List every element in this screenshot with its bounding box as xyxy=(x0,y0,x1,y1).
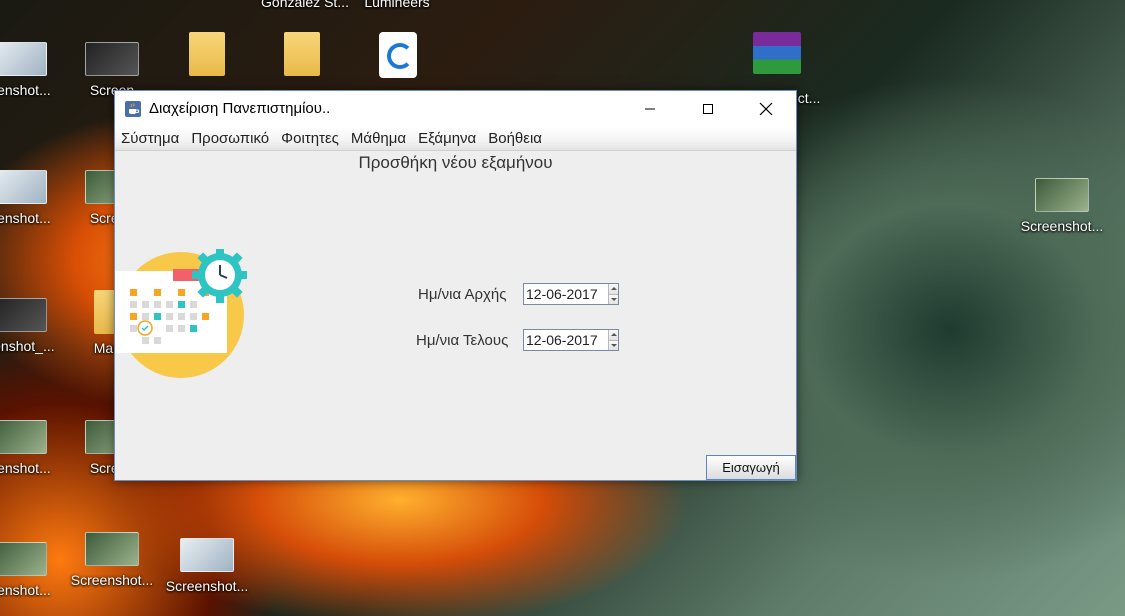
desktop-icon-screenshot[interactable]: eenshot... xyxy=(0,170,65,226)
menu-item-course[interactable]: Μάθημα xyxy=(351,130,406,147)
menu-item-system[interactable]: Σύστημα xyxy=(121,130,179,147)
desktop-icon-screenshot[interactable]: eenshot... xyxy=(0,42,65,98)
desktop-icon-label: eenshot_... xyxy=(0,338,55,354)
end-date-input[interactable] xyxy=(524,330,608,350)
screenshot-icon xyxy=(1035,178,1089,212)
start-date-input[interactable] xyxy=(524,284,608,304)
screenshot-icon xyxy=(180,538,234,572)
app-window: Διαχείριση Πανεπιστημίου.. Σύστημα Προσω… xyxy=(114,90,797,481)
title-bar[interactable]: Διαχείριση Πανεπιστημίου.. xyxy=(115,91,796,127)
spinner-buttons xyxy=(608,330,618,350)
screenshot-icon xyxy=(0,298,47,332)
calendar-illustration xyxy=(115,249,247,378)
screenshot-icon xyxy=(0,170,47,204)
desktop-icon-screenshot[interactable]: Screenshot... xyxy=(67,532,157,588)
desktop-icon-label: Screenshot... xyxy=(1020,218,1104,234)
desktop-icon-top-1[interactable]: Gonzalez St... xyxy=(250,0,360,10)
close-button[interactable] xyxy=(743,91,789,127)
arrow-down-icon xyxy=(610,343,617,347)
arrow-up-icon xyxy=(610,333,617,337)
desktop-icon-screenshot[interactable]: Screenshot... xyxy=(1017,178,1107,234)
menu-item-semesters[interactable]: Εξάμηνα xyxy=(418,130,476,147)
desktop-folder[interactable] xyxy=(162,32,252,82)
page-title: Προσθήκη νέου εξαμήνου xyxy=(358,153,553,172)
desktop-icon-label: eenshot... xyxy=(0,582,51,598)
increment-button[interactable] xyxy=(609,330,618,340)
desktop-app[interactable] xyxy=(353,32,443,84)
winrar-icon xyxy=(753,32,801,74)
desktop-icon-screenshot[interactable]: eenshot... xyxy=(0,420,65,476)
desktop-folder[interactable] xyxy=(257,32,347,82)
start-date-spinner[interactable] xyxy=(523,283,619,305)
menu-bar: Σύστημα Προσωπικό Φοιτητες Μάθημα Εξάμην… xyxy=(115,127,796,151)
minimize-button[interactable] xyxy=(627,91,673,127)
desktop-icon-label: Screenshot... xyxy=(165,578,249,594)
desktop-archive[interactable] xyxy=(732,32,822,80)
desktop-icon-screenshot[interactable]: eenshot_... xyxy=(0,298,65,354)
screenshot-icon xyxy=(0,542,47,576)
start-date-label: Ημ/νια Αρχής xyxy=(418,286,507,303)
end-date-label: Ημ/νια Τελους xyxy=(416,332,509,349)
maximize-button[interactable] xyxy=(685,91,731,127)
end-date-spinner[interactable] xyxy=(523,329,619,351)
screenshot-icon xyxy=(85,42,139,76)
menu-item-staff[interactable]: Προσωπικό xyxy=(191,130,269,147)
menu-item-help[interactable]: Βοήθεια xyxy=(488,130,542,147)
desktop-icon-label: Screenshot... xyxy=(70,572,154,588)
close-icon xyxy=(759,102,773,116)
folder-icon xyxy=(189,32,225,76)
spinner-buttons xyxy=(608,284,618,304)
desktop-icon-label: Gonzalez St... xyxy=(261,0,349,10)
arrow-down-icon xyxy=(610,297,617,301)
screenshot-icon xyxy=(0,42,47,76)
desktop-icon-screenshot[interactable]: Screenshot... xyxy=(162,538,252,594)
screenshot-icon xyxy=(85,532,139,566)
window-title: Διαχείριση Πανεπιστημίου.. xyxy=(149,100,331,117)
decrement-button[interactable] xyxy=(609,293,618,304)
maximize-icon xyxy=(703,104,713,114)
minimize-icon xyxy=(645,108,655,110)
menu-item-students[interactable]: Φοιτητες xyxy=(281,130,339,147)
increment-button[interactable] xyxy=(609,284,618,294)
insert-button[interactable]: Εισαγωγή xyxy=(706,455,796,480)
desktop-icon-label: Luminéers xyxy=(364,0,430,10)
desktop-icon-label: eenshot... xyxy=(0,210,51,226)
desktop-icon-label: eenshot... xyxy=(0,82,51,98)
screenshot-icon xyxy=(0,420,47,454)
app-icon xyxy=(379,32,417,78)
desktop-icon-top-2[interactable]: Luminéers xyxy=(352,0,442,10)
decrement-button[interactable] xyxy=(609,339,618,350)
java-cup-icon xyxy=(125,101,141,117)
folder-icon xyxy=(284,32,320,76)
arrow-up-icon xyxy=(610,287,617,291)
desktop-icon-screenshot[interactable]: eenshot... xyxy=(0,542,65,598)
desktop-icon-label: eenshot... xyxy=(0,460,51,476)
